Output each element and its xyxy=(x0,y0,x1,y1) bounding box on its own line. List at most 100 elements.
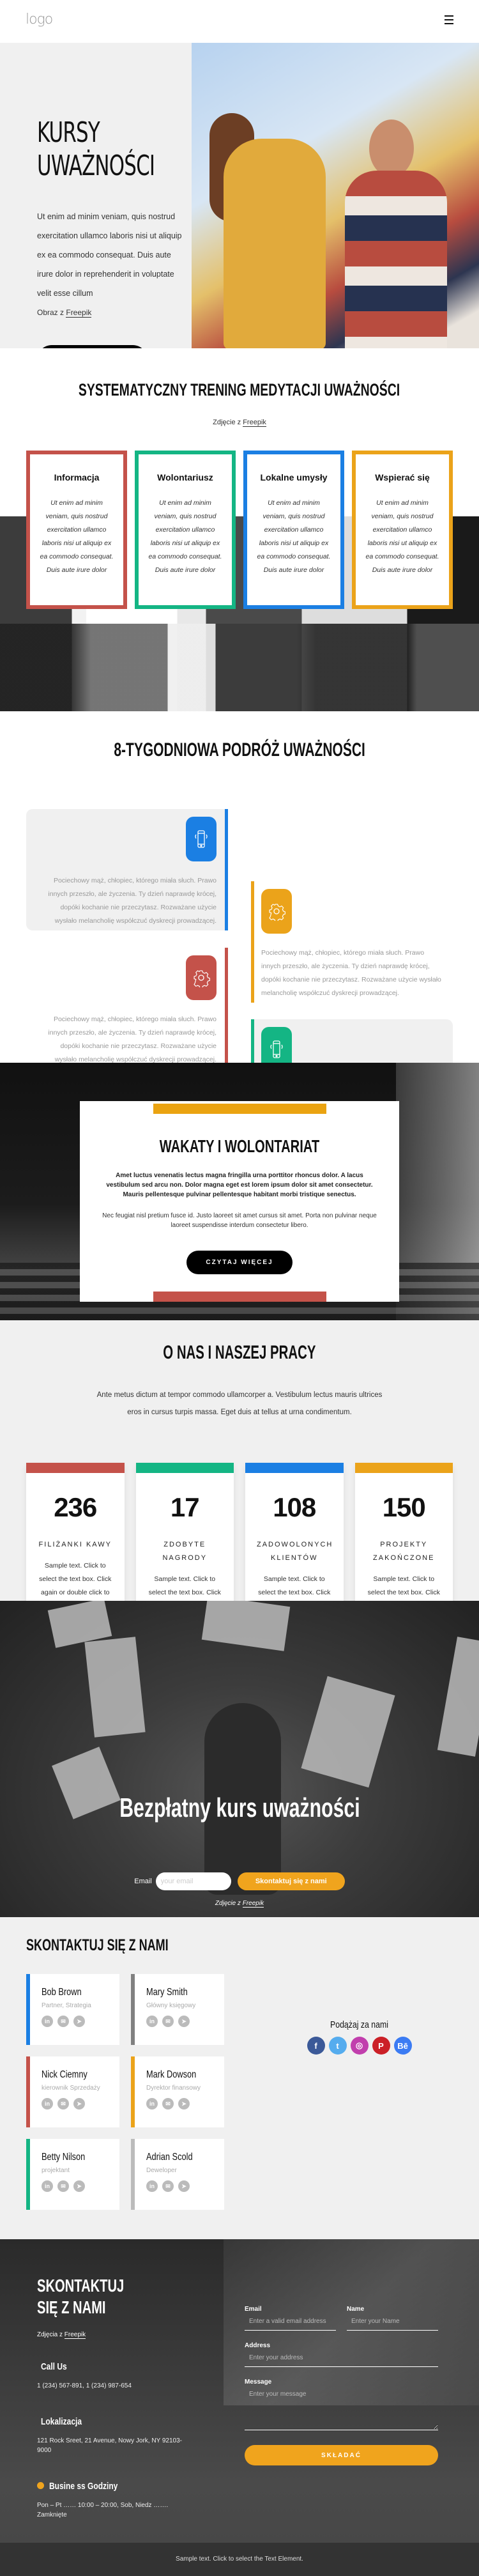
submit-button[interactable]: SKŁADAĆ xyxy=(245,2445,438,2465)
message-field[interactable] xyxy=(245,2386,438,2430)
contact-info: SKONTAKTUJ SIĘ Z NAMI Zdjęcia z Freepik … xyxy=(37,2275,190,2520)
twitter-icon[interactable]: t xyxy=(328,2037,347,2055)
team-member-card: Nick Ciemny kierownik Sprzedaży in ✉ ➤ xyxy=(26,2056,119,2127)
team-member-card: Mary Smith Główny księgowy in ✉ ➤ xyxy=(131,1974,224,2045)
accent-edge xyxy=(26,2139,30,2210)
instagram-icon[interactable]: ◎ xyxy=(350,2037,369,2055)
accent-edge xyxy=(131,2139,135,2210)
member-role: Dyrektor finansowy xyxy=(146,2085,201,2092)
pinterest-icon[interactable]: P xyxy=(372,2037,390,2055)
telegram-icon[interactable]: ➤ xyxy=(178,2016,190,2027)
telegram-icon[interactable]: ➤ xyxy=(73,2180,85,2192)
free-course-title: Bezpłatny kurs uważności xyxy=(119,1793,360,1823)
freepik-link[interactable]: Freepik xyxy=(243,419,266,427)
timeline-item: Pociechowy mąż, chłopiec, którego miała … xyxy=(26,948,228,1069)
hero-title-line1: KURSY xyxy=(37,116,100,149)
behance-icon[interactable]: Bē xyxy=(393,2037,412,2055)
email-icon[interactable]: ✉ xyxy=(57,2098,69,2109)
team-member-card: Adrian Scold Deweloper in ✉ ➤ xyxy=(131,2139,224,2210)
telegram-icon[interactable]: ➤ xyxy=(178,2180,190,2192)
linkedin-icon[interactable]: in xyxy=(146,2016,158,2027)
card-text: Ut enim ad minim veniam, quis nostrud ex… xyxy=(148,499,222,574)
member-name: Bob Brown xyxy=(42,1987,82,1998)
telegram-icon[interactable]: ➤ xyxy=(73,2098,85,2109)
card-text: Ut enim ad minim veniam, quis nostrud ex… xyxy=(365,499,439,574)
social-links: f t ◎ P Bē xyxy=(240,2037,479,2055)
member-role: projektant xyxy=(42,2167,70,2174)
email-icon[interactable]: ✉ xyxy=(57,2016,69,2027)
info-card-informacja: Informacja Ut enim ad minim veniam, quis … xyxy=(26,451,127,609)
member-icons: in ✉ ➤ xyxy=(42,2180,119,2192)
email-icon[interactable]: ✉ xyxy=(57,2180,69,2192)
timeline-text: Pociechowy mąż, chłopiec, którego miała … xyxy=(48,1015,217,1063)
about-title: O NAS I NASZEJ PRACY xyxy=(163,1342,316,1363)
email-field[interactable] xyxy=(245,2313,336,2331)
freepik-link[interactable]: Freepik xyxy=(242,1900,264,1908)
hours-text: Pon – Pt …… 10:00 – 20:00, Sob, Niedz ……… xyxy=(37,2502,169,2518)
email-icon[interactable]: ✉ xyxy=(162,2180,174,2192)
gear-icon xyxy=(261,889,292,934)
vacancy-bold-text: Amet luctus venenatis lectus magna fring… xyxy=(106,1172,373,1198)
contact-us-button[interactable]: Skontaktuj się z nami xyxy=(237,1872,345,1890)
timeline-text: Pociechowy mąż, chłopiec, którego miała … xyxy=(48,877,217,925)
phone-numbers: 1 (234) 567-891, 1 (234) 987-654 xyxy=(37,2382,132,2389)
name-label: Name xyxy=(347,2306,365,2313)
training-credit: Zdjęcie z Freepik xyxy=(213,419,266,427)
member-name: Mary Smith xyxy=(146,1987,188,1998)
team-member-card: Bob Brown Partner, Strategia in ✉ ➤ xyxy=(26,1974,119,2045)
name-field[interactable] xyxy=(347,2313,438,2331)
member-icons: in ✉ ➤ xyxy=(42,2098,119,2109)
telegram-icon[interactable]: ➤ xyxy=(178,2098,190,2109)
member-name: Adrian Scold xyxy=(146,2152,193,2163)
info-card-wspierac-sie: Wspierać się Ut enim ad minim veniam, qui… xyxy=(352,451,453,609)
journey-title: 8-TYGODNIOWA PODRÓŻ UWAŻNOŚCI xyxy=(114,739,365,760)
subscribe-form: Email Skontaktuj się z nami xyxy=(0,1872,479,1890)
telegram-icon[interactable]: ➤ xyxy=(73,2016,85,2027)
hero-text: Ut enim ad minim veniam, quis nostrud ex… xyxy=(37,212,182,298)
member-role: Partner, Strategia xyxy=(42,2002,91,2009)
member-role: Główny księgowy xyxy=(146,2002,196,2009)
linkedin-icon[interactable]: in xyxy=(42,2016,53,2027)
gear-icon xyxy=(186,955,217,1000)
accent-edge xyxy=(26,2056,30,2127)
stat-label: ZADOWOLONYCH KLIENTÓW xyxy=(257,1541,333,1562)
accent-edge xyxy=(131,1974,135,2045)
stat-number: 150 xyxy=(382,1492,426,1522)
linkedin-icon[interactable]: in xyxy=(146,2180,158,2192)
linkedin-icon[interactable]: in xyxy=(146,2098,158,2109)
email-label: Email xyxy=(134,1878,152,1885)
contact-form: Email Name Address Message SKŁADAĆ xyxy=(245,2306,438,2465)
contact-credit: Zdjęcia z Freepik xyxy=(37,2331,86,2339)
member-role: Deweloper xyxy=(146,2167,177,2174)
email-icon[interactable]: ✉ xyxy=(162,2098,174,2109)
email-input[interactable] xyxy=(155,1872,231,1890)
email-icon[interactable]: ✉ xyxy=(162,2016,174,2027)
vacancy-section: WAKATY I WOLONTARIAT Amet luctus venenat… xyxy=(0,1063,479,1320)
linkedin-icon[interactable]: in xyxy=(42,2180,53,2192)
about-section: O NAS I NASZEJ PRACY Ante metus dictum a… xyxy=(0,1320,479,1663)
freepik-link[interactable]: Freepik xyxy=(64,2331,86,2339)
facebook-icon[interactable]: f xyxy=(307,2037,325,2055)
hamburger-icon[interactable] xyxy=(445,15,453,24)
footer-text: Sample text. Click to select the Text El… xyxy=(176,2556,303,2563)
team-section: SKONTAKTUJ SIĘ Z NAMI Bob Brown Partner,… xyxy=(0,1917,479,2239)
card-text: Ut enim ad minim veniam, quis nostrud ex… xyxy=(257,499,331,574)
info-card-lokalne-umysly: Lokalne umysły Ut enim ad minim veniam, q… xyxy=(243,451,344,609)
stat-number: 108 xyxy=(273,1492,316,1522)
freepik-link[interactable]: Freepik xyxy=(66,308,92,318)
read-more-button[interactable]: CZYTAJ WIĘCEJ xyxy=(186,1251,293,1274)
hours-heading: Busine ss Godziny xyxy=(37,2481,190,2492)
email-label: Email xyxy=(245,2306,262,2313)
card-title: Wolontariusz xyxy=(157,472,213,482)
info-cards: Informacja Ut enim ad minim veniam, quis … xyxy=(26,451,453,609)
linkedin-icon[interactable]: in xyxy=(42,2098,53,2109)
follow-us: Podążaj za nami f t ◎ P Bē xyxy=(240,2019,479,2055)
hero-image xyxy=(192,43,479,348)
logo[interactable]: logo xyxy=(26,12,53,27)
message-label: Message xyxy=(245,2379,272,2386)
address-field[interactable] xyxy=(245,2349,438,2367)
timeline-text: Pociechowy mąż, chłopiec, którego miała … xyxy=(261,949,441,997)
site-header: logo xyxy=(0,0,479,43)
team-grid: Bob Brown Partner, Strategia in ✉ ➤ Mary S… xyxy=(26,1974,224,2210)
accent-edge xyxy=(26,1974,30,2045)
